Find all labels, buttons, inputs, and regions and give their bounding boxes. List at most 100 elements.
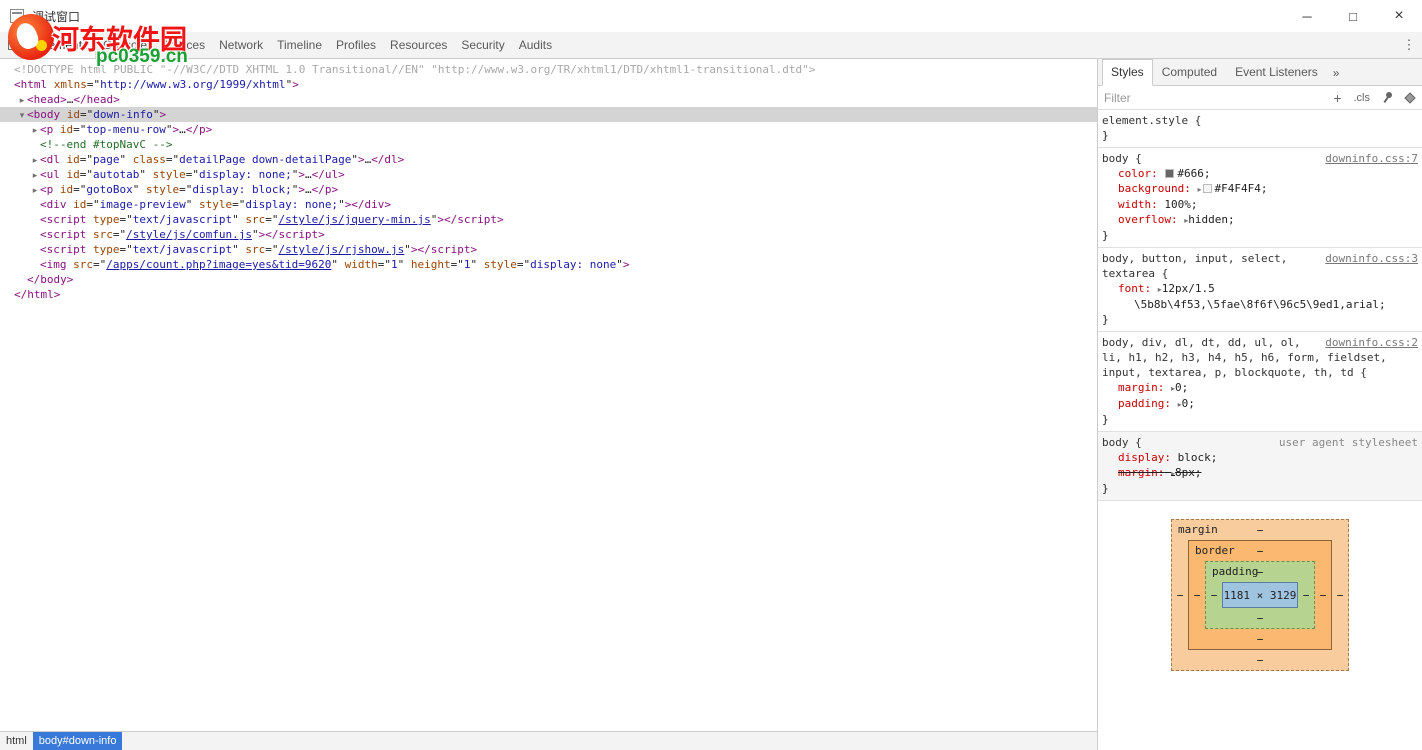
margin-left-value[interactable]: − [1172, 589, 1188, 602]
box-model-margin[interactable]: margin − − border − − [1171, 519, 1349, 671]
css-property[interactable]: display: block; [1102, 450, 1418, 465]
margin-top-value[interactable]: − [1257, 524, 1264, 537]
dom-tree-node[interactable]: <html xmlns="http://www.w3.org/1999/xhtm… [0, 77, 1097, 92]
dom-tree-node[interactable]: ▸<p id="top-menu-row">…</p> [0, 122, 1097, 137]
breadcrumb: htmlbody#down-info [0, 731, 1097, 750]
tab-profiles[interactable]: Profiles [329, 32, 383, 58]
css-property[interactable]: background: ▸#F4F4F4; [1102, 181, 1418, 197]
box-model-margin-label: margin [1178, 523, 1218, 536]
dom-tree-node[interactable]: </body> [0, 272, 1097, 287]
style-rule[interactable]: body { downinfo.css:7color: #666;backgrou… [1098, 148, 1422, 248]
css-property[interactable]: overflow: ▸hidden; [1102, 212, 1418, 228]
stylesheet-link[interactable]: downinfo.css:3 [1317, 251, 1418, 266]
window-titlebar: 调试窗口 ─ □ × [0, 0, 1422, 32]
border-top-value[interactable]: − [1257, 545, 1264, 558]
tab-console[interactable]: Console [96, 32, 154, 58]
dom-tree-node[interactable]: ▸<head>…</head> [0, 92, 1097, 107]
rule-selector: textarea { [1102, 266, 1168, 281]
expand-arrow-icon[interactable]: ▾ [17, 109, 27, 124]
sidebar-tab-event-listeners[interactable]: Event Listeners [1226, 59, 1327, 86]
dom-tree-node[interactable]: <script type="text/javascript" src="/sty… [0, 242, 1097, 257]
tab-elements[interactable]: Elements [30, 32, 96, 58]
css-property[interactable]: color: #666; [1102, 166, 1418, 181]
tab-timeline[interactable]: Timeline [270, 32, 329, 58]
style-rules: element.style {} body { downinfo.css:7colo… [1098, 110, 1422, 501]
breadcrumb-item[interactable]: body#down-info [33, 732, 123, 750]
style-rule[interactable]: body, div, dl, dt, dd, ul, ol, downinfo.c… [1098, 332, 1422, 432]
css-property-name: background: [1118, 182, 1191, 195]
new-style-rule-button[interactable]: + [1333, 92, 1341, 104]
css-property-name: margin: [1118, 466, 1164, 479]
dom-tree-node[interactable]: ▾<body id="down-info"> [0, 107, 1097, 122]
rule-selector: input, textarea, p, blockquote, th, td { [1102, 365, 1367, 380]
dom-tree-node[interactable]: <!--end #topNavC --> [0, 137, 1097, 152]
css-property[interactable]: margin: ▸0; [1102, 380, 1418, 396]
border-right-value[interactable]: − [1315, 589, 1331, 602]
padding-left-value[interactable]: − [1206, 589, 1222, 602]
app-icon [10, 9, 24, 23]
devtools-tabs: ElementsConsoleSourcesNetworkTimelinePro… [30, 32, 559, 58]
inspect-icon[interactable] [0, 32, 30, 58]
dom-tree-node[interactable]: <img src="/apps/count.php?image=yes&tid=… [0, 257, 1097, 272]
maximize-button[interactable]: □ [1330, 0, 1376, 32]
sidebar-tabs-overflow-icon[interactable]: » [1327, 61, 1346, 86]
toggle-element-state-icon[interactable] [1404, 92, 1415, 103]
breadcrumb-item[interactable]: html [0, 732, 33, 750]
rule-selector: element.style { [1102, 113, 1201, 128]
stylesheet-link[interactable]: downinfo.css:2 [1317, 335, 1418, 350]
dom-tree-node[interactable]: ▸<p id="gotoBox" style="display: block;"… [0, 182, 1097, 197]
style-rule[interactable]: body, button, input, select,downinfo.css… [1098, 248, 1422, 332]
element-classes-button[interactable]: .cls [1354, 92, 1371, 104]
css-property-value: 8px; [1175, 466, 1202, 479]
css-property[interactable]: padding: ▸0; [1102, 396, 1418, 412]
margin-right-value[interactable]: − [1332, 589, 1348, 602]
margin-bottom-value[interactable]: − [1257, 654, 1264, 667]
box-model-border[interactable]: border − − padding − − [1188, 540, 1332, 650]
css-property[interactable]: width: 100%; [1102, 197, 1418, 212]
padding-bottom-value[interactable]: − [1257, 612, 1264, 625]
tab-sources[interactable]: Sources [154, 32, 212, 58]
tab-network[interactable]: Network [212, 32, 270, 58]
sidebar-tab-computed[interactable]: Computed [1153, 59, 1226, 86]
tab-resources[interactable]: Resources [383, 32, 454, 58]
dom-tree-node[interactable]: ▸<ul id="autotab" style="display: none;"… [0, 167, 1097, 182]
css-property[interactable]: font: ▸12px/1.5 [1102, 281, 1418, 297]
stylesheet-link[interactable]: downinfo.css:7 [1317, 151, 1418, 166]
expand-arrow-icon[interactable]: ▸ [1197, 185, 1201, 194]
minimize-button[interactable]: ─ [1284, 0, 1330, 32]
close-button[interactable]: × [1376, 0, 1422, 32]
sidebar-tabs: » StylesComputedEvent Listeners [1098, 59, 1422, 86]
dom-tree-node[interactable]: <div id="image-preview" style="display: … [0, 197, 1097, 212]
style-rule[interactable]: element.style {} [1098, 110, 1422, 148]
tab-audits[interactable]: Audits [512, 32, 559, 58]
dom-tree-node[interactable]: <!DOCTYPE html PUBLIC "-//W3C//DTD XHTML… [0, 62, 1097, 77]
rule-selector: body { [1102, 151, 1142, 166]
dom-tree-node[interactable]: <script src="/style/js/comfun.js"></scri… [0, 227, 1097, 242]
css-property[interactable]: margin: ▸8px; [1102, 465, 1418, 481]
css-property-value: #666; [1177, 167, 1210, 180]
border-bottom-value[interactable]: − [1257, 633, 1264, 646]
border-left-value[interactable]: − [1189, 589, 1205, 602]
dom-tree-node[interactable]: </html> [0, 287, 1097, 302]
color-swatch[interactable] [1203, 184, 1212, 193]
css-property-value: 0; [1175, 381, 1188, 394]
padding-right-value[interactable]: − [1298, 589, 1314, 602]
css-property-value: \5b8b\4f53,\5fae\8f6f\96c5\9ed1,arial; [1102, 297, 1418, 312]
css-property-name: overflow: [1118, 213, 1178, 226]
box-model-content[interactable]: 1181 × 3129 [1222, 582, 1298, 608]
styles-filter-input[interactable] [1104, 91, 1333, 105]
sidebar-tab-styles[interactable]: Styles [1102, 59, 1153, 86]
style-rule[interactable]: body {user agent stylesheetdisplay: bloc… [1098, 432, 1422, 501]
devtools-toolbar: ElementsConsoleSourcesNetworkTimelinePro… [0, 32, 1422, 59]
tab-security[interactable]: Security [454, 32, 511, 58]
pin-icon[interactable] [1382, 91, 1394, 104]
color-swatch[interactable] [1165, 169, 1174, 178]
box-model-padding[interactable]: padding − − 1181 × 3129 − − [1205, 561, 1315, 629]
window-title: 调试窗口 [32, 8, 80, 25]
dom-tree-node[interactable]: <script type="text/javascript" src="/sty… [0, 212, 1097, 227]
rule-selector: body, div, dl, dt, dd, ul, ol, [1102, 335, 1301, 350]
dom-tree-node[interactable]: ▸<dl id="page" class="detailPage down-de… [0, 152, 1097, 167]
css-property-name: padding: [1118, 397, 1171, 410]
devtools-menu-button[interactable]: ⋮ [1396, 37, 1422, 53]
css-property-name: font: [1118, 282, 1151, 295]
